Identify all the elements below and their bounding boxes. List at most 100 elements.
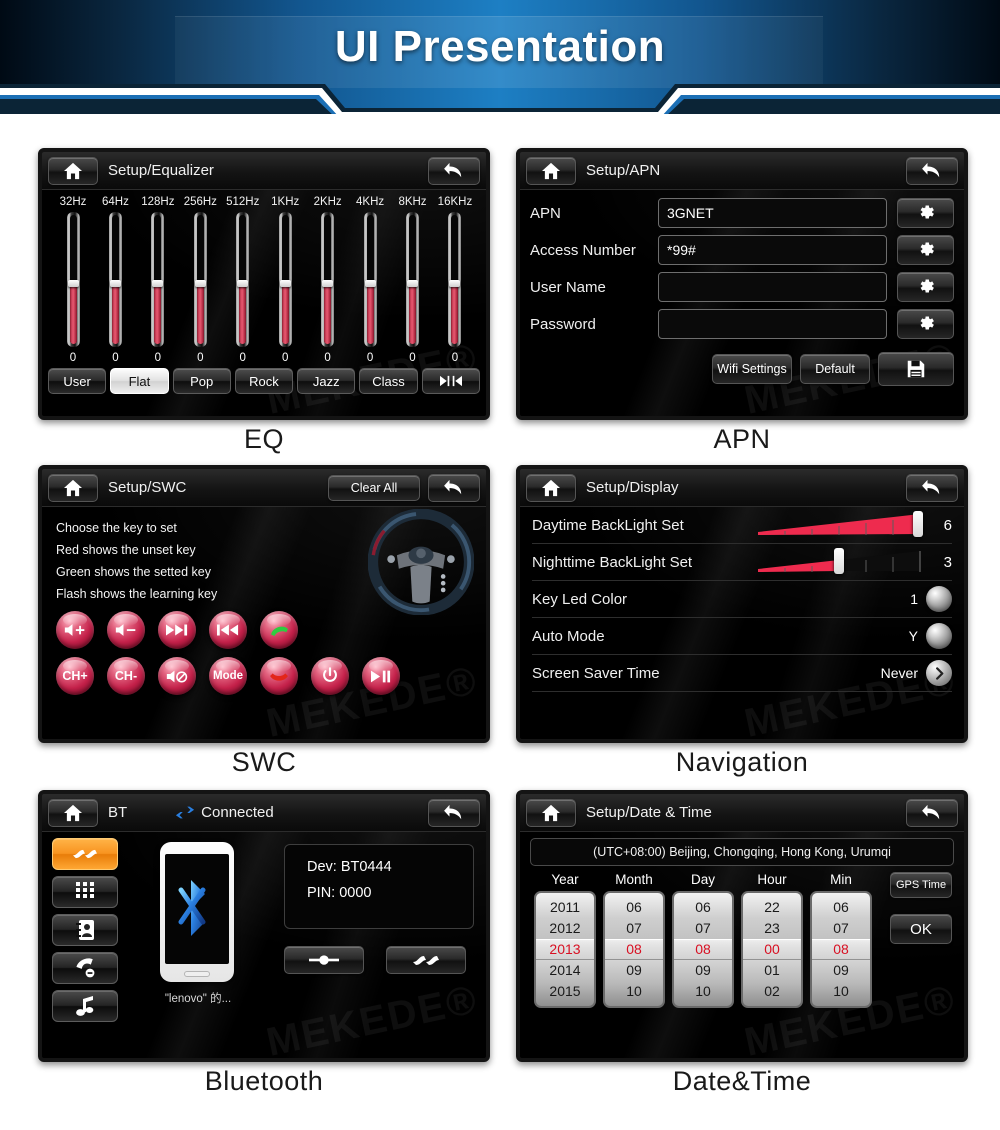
eq-preset-class[interactable]: Class <box>359 368 418 394</box>
month-wheel[interactable]: 06 07 08 09 10 <box>603 891 665 1008</box>
apn-gear-button[interactable] <box>897 309 954 339</box>
eq-slider[interactable] <box>448 212 462 347</box>
wheel-item[interactable]: 09 <box>605 960 663 981</box>
eq-preset-next-button[interactable] <box>421 368 480 394</box>
wheel-item[interactable]: 2014 <box>536 960 594 981</box>
wheel-item[interactable]: 2012 <box>536 918 594 939</box>
key-led-color-dial[interactable] <box>926 586 952 612</box>
eq-slider[interactable] <box>193 212 207 347</box>
wheel-item-selected[interactable]: 08 <box>605 939 663 960</box>
wheel-item[interactable]: 07 <box>812 918 870 939</box>
display-row-nighttime: Nighttime BackLight Set 3 <box>532 544 952 581</box>
wheel-item[interactable]: 02 <box>743 981 801 1002</box>
wheel-item[interactable]: 06 <box>605 897 663 918</box>
eq-slider[interactable] <box>108 212 122 347</box>
eq-preset-user[interactable]: User <box>48 368 107 394</box>
wheel-item[interactable]: 09 <box>674 960 732 981</box>
bt-tab-dialpad[interactable] <box>52 876 118 908</box>
hour-wheel[interactable]: 22 23 00 01 02 <box>741 891 803 1008</box>
back-button[interactable] <box>428 798 480 827</box>
apn-input[interactable] <box>658 272 887 302</box>
auto-mode-dial[interactable] <box>926 623 952 649</box>
back-button[interactable] <box>428 156 480 185</box>
home-button[interactable] <box>48 798 98 827</box>
timezone-selector[interactable]: (UTC+08:00) Beijing, Chongqing, Hong Kon… <box>530 838 954 866</box>
swc-key-mode[interactable]: Mode <box>209 657 247 695</box>
bt-tab-music[interactable] <box>52 990 118 1022</box>
eq-preset-pop[interactable]: Pop <box>172 368 231 394</box>
daytime-backlight-slider[interactable] <box>758 511 928 538</box>
wheel-item[interactable]: 2015 <box>536 981 594 1002</box>
wheel-item[interactable]: 06 <box>674 897 732 918</box>
eq-slider[interactable] <box>363 212 377 347</box>
nighttime-backlight-slider[interactable] <box>758 548 928 575</box>
day-wheel[interactable]: 06 07 08 09 10 <box>672 891 734 1008</box>
eq-preset-rock[interactable]: Rock <box>234 368 294 394</box>
year-wheel[interactable]: 2011 2012 2013 2014 2015 <box>534 891 596 1008</box>
apn-gear-button[interactable] <box>897 198 954 228</box>
home-button[interactable] <box>48 473 98 502</box>
back-button[interactable] <box>428 473 480 502</box>
bt-tab-contacts[interactable] <box>52 914 118 946</box>
bt-pair-button[interactable] <box>386 946 466 974</box>
swc-key-prev-track[interactable] <box>209 611 247 649</box>
wheel-item[interactable]: 10 <box>674 981 732 1002</box>
bt-tab-call-log[interactable] <box>52 952 118 984</box>
home-button[interactable] <box>526 473 576 502</box>
swc-key-mute[interactable] <box>158 657 196 695</box>
apn-gear-button[interactable] <box>897 272 954 302</box>
home-button[interactable] <box>526 156 576 185</box>
eq-preset-jazz[interactable]: Jazz <box>297 368 356 394</box>
back-button[interactable] <box>906 156 958 185</box>
swc-key-ch-down[interactable]: CH- <box>107 657 145 695</box>
min-wheel[interactable]: 06 07 08 09 10 <box>810 891 872 1008</box>
swc-key-call-end[interactable] <box>260 657 298 695</box>
wheel-item[interactable]: 23 <box>743 918 801 939</box>
wheel-item[interactable]: 09 <box>812 960 870 981</box>
wheel-item[interactable]: 2011 <box>536 897 594 918</box>
bt-tab-pair[interactable] <box>52 838 118 870</box>
wheel-item-selected[interactable]: 00 <box>743 939 801 960</box>
back-button[interactable] <box>906 473 958 502</box>
screen-saver-next-button[interactable] <box>926 660 952 686</box>
wheel-item-selected[interactable]: 2013 <box>536 939 594 960</box>
wheel-item[interactable]: 01 <box>743 960 801 981</box>
wheel-item[interactable]: 07 <box>674 918 732 939</box>
eq-slider[interactable] <box>66 212 80 347</box>
bt-disconnect-button[interactable] <box>284 946 364 974</box>
caption-display: Navigation <box>675 747 809 777</box>
wheel-item[interactable]: 07 <box>605 918 663 939</box>
eq-slider[interactable] <box>406 212 419 347</box>
apn-input[interactable]: *99# <box>658 235 887 265</box>
swc-key-play-pause[interactable] <box>362 657 400 695</box>
panel-swc: MEKEDE® Setup/SWC Clear All Choose the k… <box>38 465 490 778</box>
apn-input[interactable]: 3GNET <box>658 198 887 228</box>
apn-input[interactable] <box>658 309 887 339</box>
swc-key-next-track[interactable] <box>158 611 196 649</box>
home-button[interactable] <box>48 156 98 185</box>
wheel-item[interactable]: 06 <box>812 897 870 918</box>
swc-key-call-answer[interactable] <box>260 611 298 649</box>
eq-slider[interactable] <box>151 212 165 347</box>
eq-slider[interactable] <box>236 212 250 347</box>
swc-key-ch-up[interactable]: CH+ <box>56 657 94 695</box>
default-button[interactable]: Default <box>800 354 870 384</box>
swc-key-power[interactable] <box>311 657 349 695</box>
eq-preset-flat[interactable]: Flat <box>110 368 169 394</box>
swc-key-volume-down[interactable] <box>107 611 145 649</box>
home-button[interactable] <box>526 798 576 827</box>
apn-gear-button[interactable] <box>897 235 954 265</box>
wheel-item-selected[interactable]: 08 <box>812 939 870 960</box>
wheel-item[interactable]: 10 <box>605 981 663 1002</box>
wheel-item[interactable]: 10 <box>812 981 870 1002</box>
wheel-item-selected[interactable]: 08 <box>674 939 732 960</box>
swc-key-volume-up[interactable] <box>56 611 94 649</box>
next-track-icon <box>166 624 188 636</box>
back-button[interactable] <box>906 798 958 827</box>
wifi-settings-button[interactable]: Wifi Settings <box>712 354 792 384</box>
eq-slider[interactable] <box>278 212 292 347</box>
eq-slider[interactable] <box>321 212 335 347</box>
wheel-item[interactable]: 22 <box>743 897 801 918</box>
save-button[interactable] <box>878 352 954 386</box>
clear-all-button[interactable]: Clear All <box>328 474 420 501</box>
